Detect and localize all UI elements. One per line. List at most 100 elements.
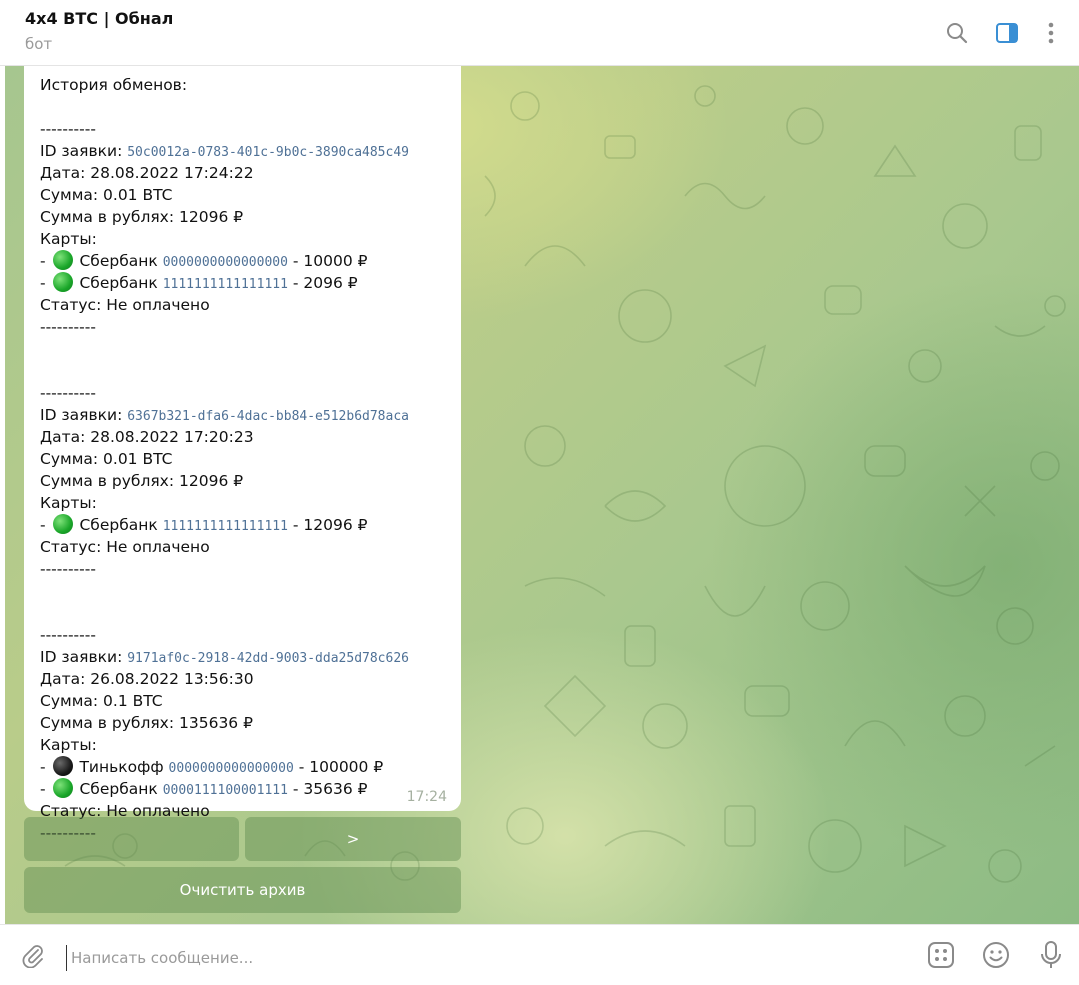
card-bank: Тинькофф [74, 758, 169, 776]
card-number[interactable]: 1111111111111111 [163, 277, 288, 292]
bot-commands-icon[interactable] [925, 939, 957, 971]
separator-text: ---------- [40, 626, 96, 644]
separator: ---------- [40, 382, 445, 404]
card-amount: - 10000 ₽ [287, 252, 368, 270]
separator-text: ---------- [40, 384, 96, 402]
message-composer [0, 924, 1079, 985]
order-id-line: ID заявки: 6367b321-dfa6-4dac-bb84-e512b… [40, 404, 445, 426]
clear-archive-button[interactable]: Очистить архив [24, 867, 461, 913]
card-number[interactable]: 0000000000000000 [169, 761, 294, 776]
history-heading: История обменов: [40, 74, 445, 96]
more-vertical-icon[interactable] [1037, 18, 1065, 48]
green-circle-icon [52, 778, 73, 798]
message-input[interactable] [66, 945, 893, 971]
attach-icon[interactable] [17, 939, 49, 971]
separator-text: ---------- [40, 560, 96, 578]
prev-page-button[interactable] [24, 817, 239, 861]
cards-heading: Карты: [40, 492, 445, 514]
card-line: - Сбербанк 1111111111111111 - 12096 ₽ [40, 514, 445, 536]
order-status-line: Статус: Не оплачено [40, 536, 445, 558]
order-rub: Сумма в рублях: 12096 ₽ [40, 208, 244, 226]
separator: ---------- [40, 118, 445, 140]
order-rub-line: Сумма в рублях: 12096 ₽ [40, 206, 445, 228]
order-date: Дата: 28.08.2022 17:20:23 [40, 428, 254, 446]
card-bank: Сбербанк [74, 780, 163, 798]
card-amount: - 35636 ₽ [287, 780, 368, 798]
cards-heading: Карты: [40, 734, 445, 756]
card-number[interactable]: 1111111111111111 [163, 519, 288, 534]
order-sum-line: Сумма: 0.1 BTC [40, 690, 445, 712]
order-date: Дата: 28.08.2022 17:24:22 [40, 164, 254, 182]
order-rub-line: Сумма в рублях: 135636 ₽ [40, 712, 445, 734]
separator: ---------- [40, 316, 445, 338]
card-line: - Сбербанк 0000111100001111 - 35636 ₽ [40, 778, 445, 800]
separator-text: ---------- [40, 318, 96, 336]
emoji-icon[interactable] [980, 939, 1012, 971]
card-bullet: - [40, 780, 51, 798]
order-id-code[interactable]: 9171af0c-2918-42dd-9003-dda25d78c626 [127, 651, 409, 666]
card-number[interactable]: 0000000000000000 [163, 255, 288, 270]
order-sum-line: Сумма: 0.01 BTC [40, 448, 445, 470]
order-date-line: Дата: 26.08.2022 13:56:30 [40, 668, 445, 690]
cards-heading: Карты: [40, 228, 445, 250]
order-date-line: Дата: 28.08.2022 17:24:22 [40, 162, 445, 184]
card-line: - Сбербанк 1111111111111111 - 2096 ₽ [40, 272, 445, 294]
order-status-line: Статус: Не оплачено [40, 294, 445, 316]
order-id-code[interactable]: 50c0012a-0783-401c-9b0c-3890ca485c49 [127, 145, 409, 160]
separator-text: ---------- [40, 120, 96, 138]
green-circle-icon [52, 272, 73, 292]
order-id-label: ID заявки: [40, 648, 128, 666]
sidebar-toggle-icon[interactable] [993, 18, 1021, 48]
green-circle-icon [52, 250, 73, 270]
order-date-line: Дата: 28.08.2022 17:20:23 [40, 426, 445, 448]
order-rub: Сумма в рублях: 12096 ₽ [40, 472, 244, 490]
cards-label: Карты: [40, 230, 97, 248]
card-bullet: - [40, 516, 51, 534]
order-sum: Сумма: 0.01 BTC [40, 450, 173, 468]
card-amount: - 100000 ₽ [293, 758, 384, 776]
separator: ---------- [40, 624, 445, 646]
next-page-button[interactable]: > [245, 817, 461, 861]
card-bank: Сбербанк [74, 516, 163, 534]
order-id-code[interactable]: 6367b321-dfa6-4dac-bb84-e512b6d78aca [127, 409, 409, 424]
order-date: Дата: 26.08.2022 13:56:30 [40, 670, 254, 688]
order-status: Статус: Не оплачено [40, 538, 210, 556]
card-number[interactable]: 0000111100001111 [163, 783, 288, 798]
card-bullet: - [40, 274, 51, 292]
card-amount: - 12096 ₽ [287, 516, 368, 534]
cards-label: Карты: [40, 494, 97, 512]
chat-title[interactable]: 4x4 BTC | Обнал [25, 9, 173, 28]
card-bank: Сбербанк [74, 252, 163, 270]
chat-subtitle: бот [25, 35, 53, 53]
card-amount: - 2096 ₽ [287, 274, 358, 292]
green-circle-icon [52, 514, 73, 534]
order-id-line: ID заявки: 50c0012a-0783-401c-9b0c-3890c… [40, 140, 445, 162]
black-circle-icon [52, 756, 73, 776]
cards-label: Карты: [40, 736, 97, 754]
order-sum: Сумма: 0.1 BTC [40, 692, 163, 710]
separator: ---------- [40, 558, 445, 580]
order-id-line: ID заявки: 9171af0c-2918-42dd-9003-dda25… [40, 646, 445, 668]
message-text: История обменов: ---------- ID заявки: 50c… [40, 74, 445, 844]
order-sum-line: Сумма: 0.01 BTC [40, 184, 445, 206]
card-bullet: - [40, 758, 51, 776]
order-rub-line: Сумма в рублях: 12096 ₽ [40, 470, 445, 492]
card-line: - Сбербанк 0000000000000000 - 10000 ₽ [40, 250, 445, 272]
card-line: - Тинькофф 0000000000000000 - 100000 ₽ [40, 756, 445, 778]
message-time: 17:24 [406, 789, 447, 805]
message-bubble: История обменов: ---------- ID заявки: 50c… [24, 66, 461, 842]
search-icon[interactable] [943, 18, 971, 48]
order-rub: Сумма в рублях: 135636 ₽ [40, 714, 253, 732]
order-sum: Сумма: 0.01 BTC [40, 186, 173, 204]
history-heading-text: История обменов: [40, 76, 188, 94]
chat-header: 4x4 BTC | Обнал бот [0, 0, 1079, 66]
order-id-label: ID заявки: [40, 142, 128, 160]
microphone-icon[interactable] [1035, 939, 1067, 971]
order-id-label: ID заявки: [40, 406, 128, 424]
order-status: Статус: Не оплачено [40, 296, 210, 314]
